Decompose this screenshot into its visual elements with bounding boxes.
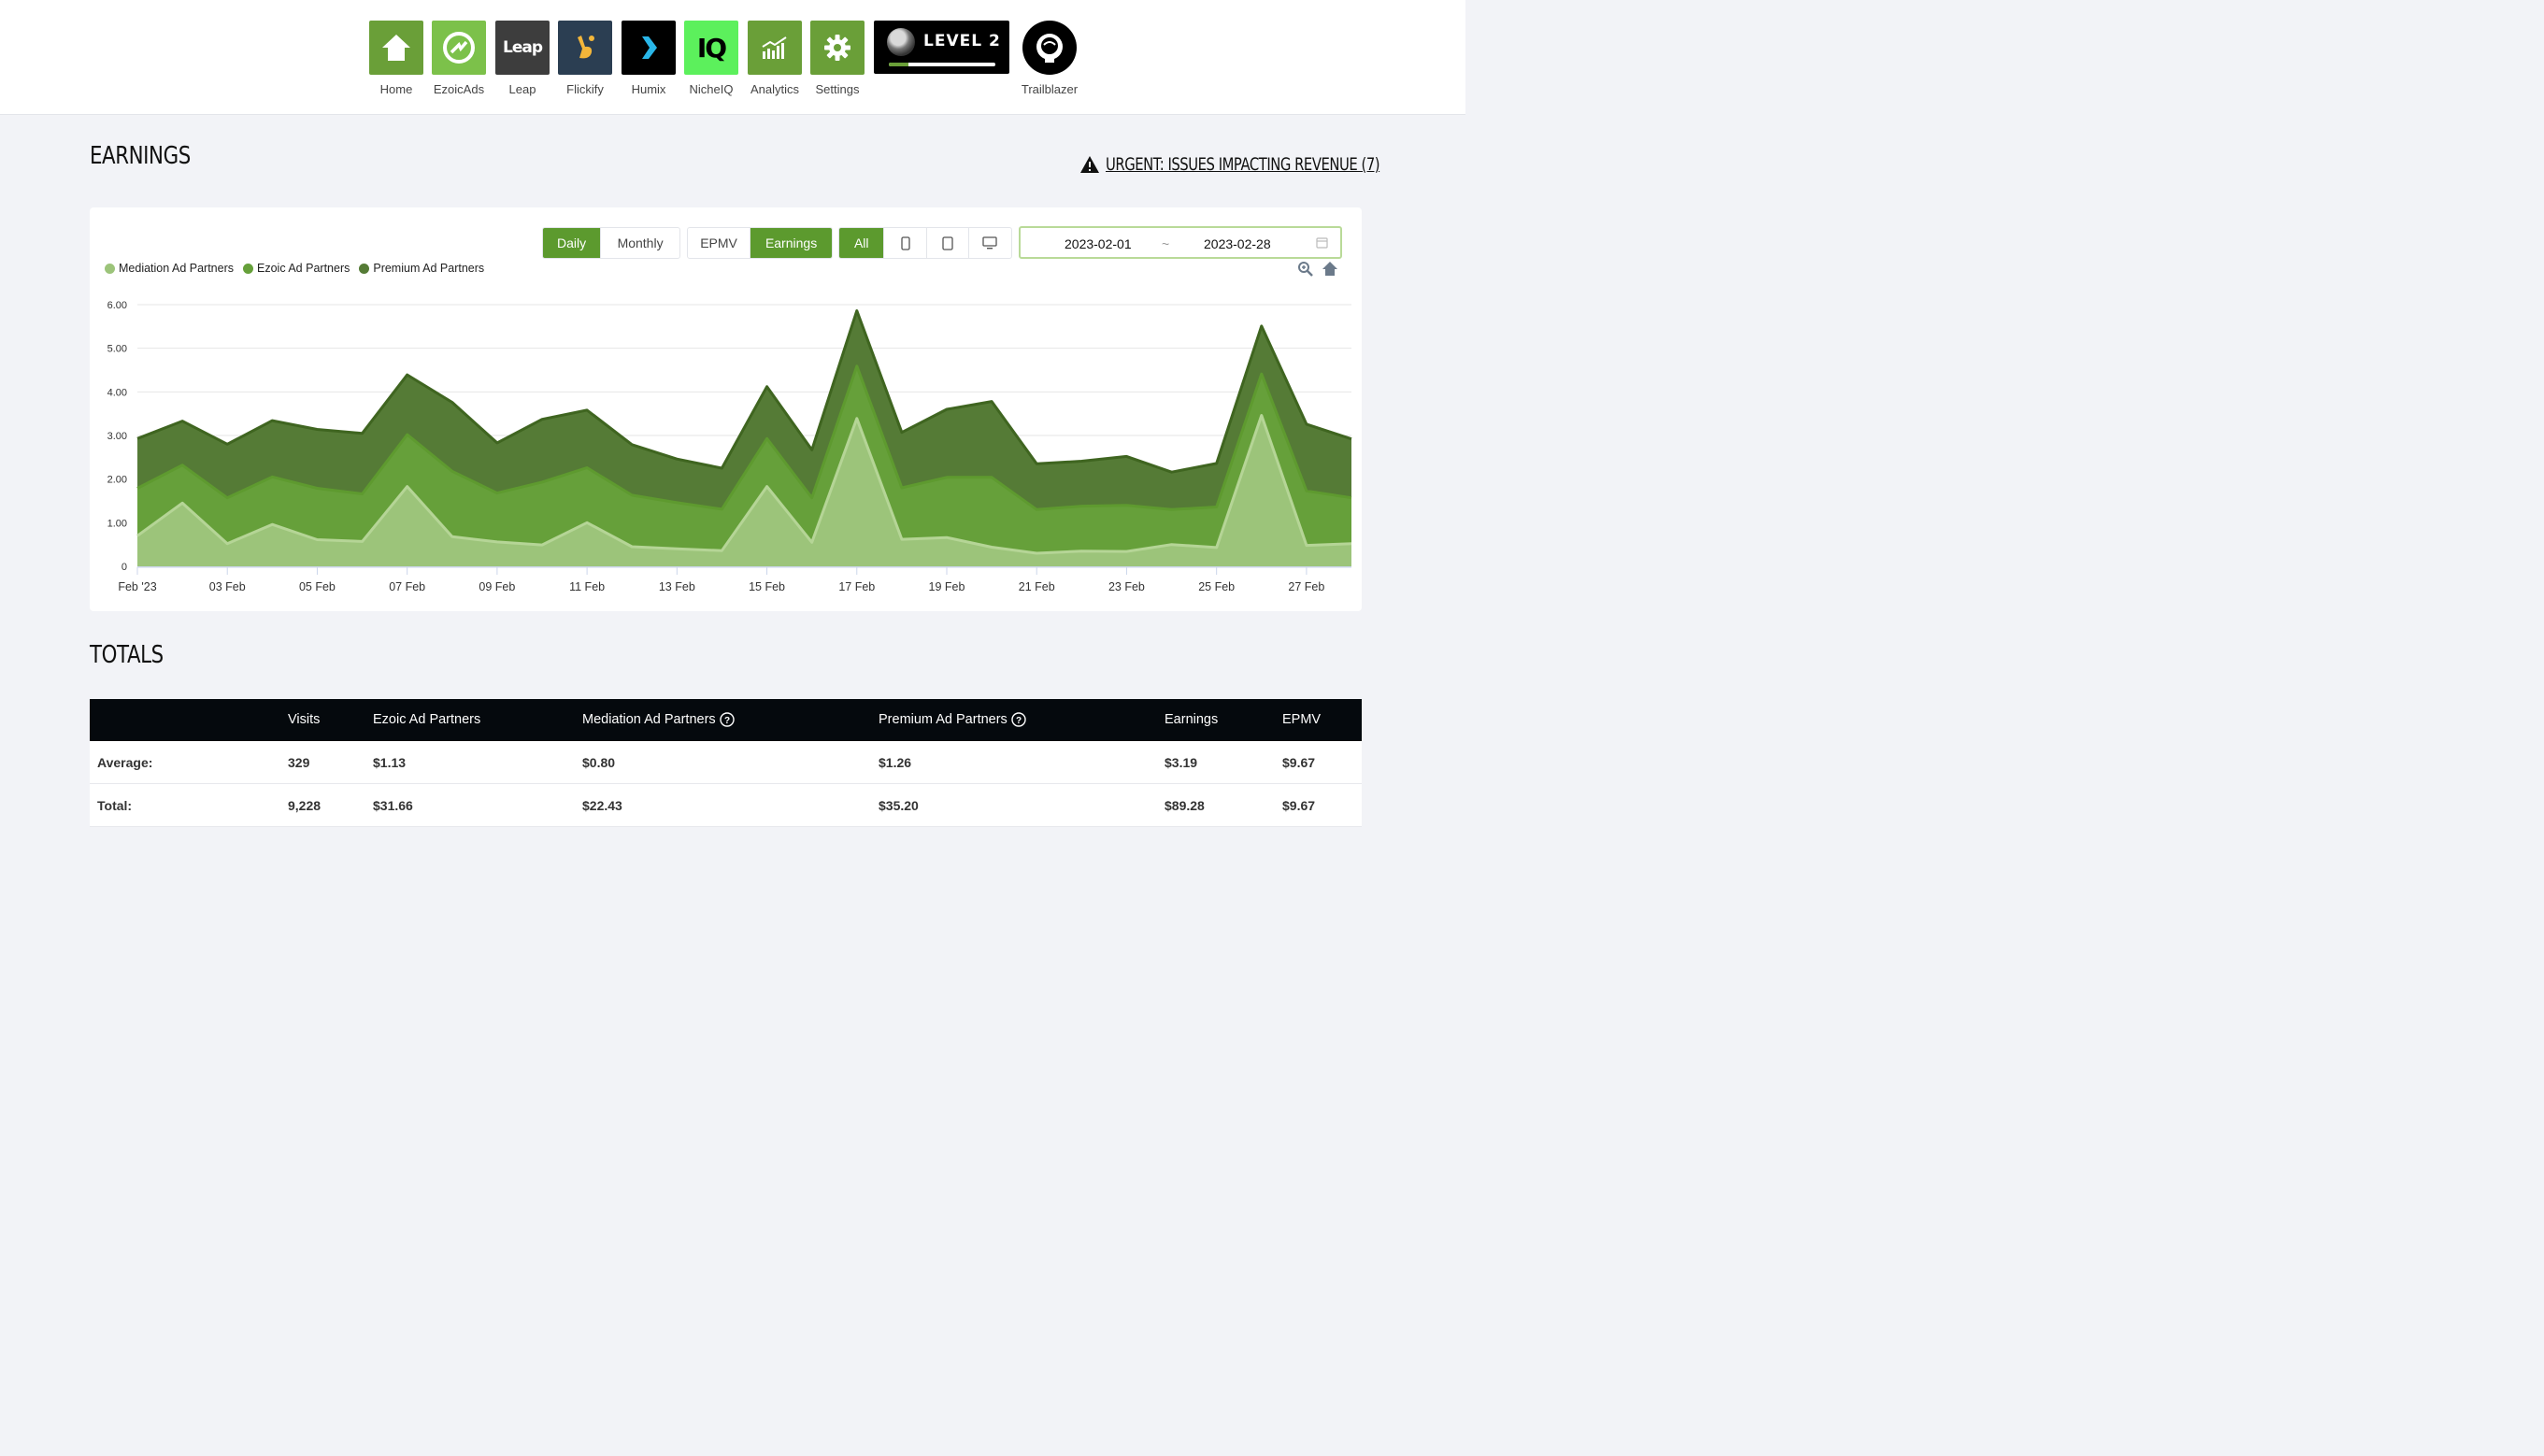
table-cell: $9.67 — [1282, 798, 1316, 813]
table-cell: $22.43 — [582, 798, 622, 813]
astronaut-icon[interactable] — [1022, 21, 1077, 75]
trailblazer-label: Trailblazer — [1021, 82, 1079, 96]
humix-icon — [622, 21, 676, 75]
app-nicheiq[interactable]: IQ NicheIQ — [684, 21, 738, 96]
x-tick-label: 11 Feb — [569, 580, 605, 593]
y-tick-label: 3.00 — [107, 431, 127, 442]
earnings-area-chart: 0 1.00 2.00 3.00 4.00 5.00 6.00 Feb '23 03 Feb 05… — [107, 300, 1352, 593]
leap-icon: Leap — [495, 21, 550, 75]
app-home[interactable]: Home — [369, 21, 423, 96]
column-header: EPMV — [1282, 712, 1322, 727]
gear-icon — [810, 21, 865, 75]
table-cell: Total: — [97, 798, 133, 813]
x-tick-label: 25 Feb — [1198, 580, 1235, 593]
level-progress-fill — [889, 63, 908, 66]
home-icon — [369, 21, 423, 75]
y-tick-label: 6.00 — [107, 300, 127, 311]
y-tick-label: 0 — [121, 562, 127, 573]
x-tick-label: 07 Feb — [389, 580, 425, 593]
app-ezoicads[interactable]: EzoicAds — [432, 21, 486, 96]
x-tick-label: 13 Feb — [659, 580, 695, 593]
x-tick-label: 19 Feb — [929, 580, 965, 593]
help-icon[interactable]: ? — [719, 712, 735, 727]
table-row: Total: 9,228 $31.66 $22.43 $35.20 $89.28… — [90, 784, 1362, 827]
column-header-label: Premium Ad Partners — [879, 712, 1008, 727]
app-label: Settings — [815, 82, 860, 96]
svg-text:?: ? — [1016, 716, 1022, 726]
table-cell: $35.20 — [879, 798, 919, 813]
analytics-icon — [748, 21, 802, 75]
nicheiq-logo-text: IQ — [696, 32, 727, 64]
y-tick-label: 4.00 — [107, 387, 127, 398]
x-tick-label: 03 Feb — [209, 580, 246, 593]
app-switcher-bar: Home EzoicAds Leap Leap Flickify Humix I… — [0, 0, 1465, 115]
flickify-icon — [558, 21, 612, 75]
nicheiq-icon: IQ — [684, 21, 738, 75]
table-cell: 9,228 — [288, 798, 322, 813]
x-tick-label: Feb '23 — [118, 580, 156, 593]
level-badge[interactable]: LEVEL 2 — [874, 21, 1009, 74]
help-icon[interactable]: ? — [1011, 712, 1026, 727]
y-tick-label: 5.00 — [107, 344, 127, 355]
x-tick-label: 05 Feb — [299, 580, 336, 593]
x-tick-label: 15 Feb — [749, 580, 785, 593]
table-row: Average: 329 $1.13 $0.80 $1.26 $3.19 $9.… — [90, 741, 1362, 784]
x-tick-label: 17 Feb — [838, 580, 875, 593]
app-analytics[interactable]: Analytics — [748, 21, 802, 96]
level-text: LEVEL 2 — [923, 32, 1001, 50]
table-cell: $31.66 — [373, 798, 413, 813]
totals-table: Visits Ezoic Ad Partners Mediation Ad Pa… — [90, 699, 1362, 827]
level-progress-bar — [889, 63, 995, 66]
urgent-issues-link[interactable]: URGENT: ISSUES IMPACTING REVENUE (7) — [1079, 154, 1457, 175]
table-cell: $1.26 — [879, 755, 912, 770]
column-header: Ezoic Ad Partners — [373, 712, 481, 727]
ezoicads-icon — [432, 21, 486, 75]
column-header: Earnings — [1165, 712, 1219, 727]
x-tick-label: 21 Feb — [1019, 580, 1055, 593]
x-tick-label: 09 Feb — [479, 580, 515, 593]
table-cell: $1.13 — [373, 755, 407, 770]
urgent-issues-text: URGENT: ISSUES IMPACTING REVENUE (7) — [1106, 154, 1380, 175]
earnings-chart-card: Daily Monthly EPMV Earnings All 2023-02-… — [90, 207, 1362, 611]
x-tick-label: 27 Feb — [1288, 580, 1324, 593]
column-header: Premium Ad Partners ? — [879, 712, 1026, 727]
leap-logo-text: Leap — [502, 38, 543, 57]
column-header: Visits — [288, 712, 321, 727]
app-leap[interactable]: Leap Leap — [495, 21, 550, 96]
earnings-title: EARNINGS — [90, 142, 191, 170]
totals-title: TOTALS — [90, 641, 164, 669]
column-header: Mediation Ad Partners ? — [582, 712, 735, 727]
app-settings[interactable]: Settings — [810, 21, 865, 96]
app-flickify[interactable]: Flickify — [558, 21, 612, 96]
warning-icon — [1080, 156, 1099, 173]
app-humix[interactable]: Humix — [622, 21, 676, 96]
x-tick-label: 23 Feb — [1108, 580, 1145, 593]
svg-text:?: ? — [724, 716, 730, 726]
table-cell: $89.28 — [1165, 798, 1205, 813]
table-cell: $3.19 — [1165, 755, 1198, 770]
table-cell: Average: — [97, 755, 153, 770]
table-header: Visits Ezoic Ad Partners Mediation Ad Pa… — [90, 699, 1362, 741]
column-header-label: Mediation Ad Partners — [582, 712, 716, 727]
y-tick-label: 2.00 — [107, 475, 127, 486]
user-avatar — [887, 28, 915, 56]
table-cell: $9.67 — [1282, 755, 1316, 770]
table-cell: 329 — [288, 755, 310, 770]
y-tick-label: 1.00 — [107, 518, 127, 529]
table-cell: $0.80 — [582, 755, 616, 770]
